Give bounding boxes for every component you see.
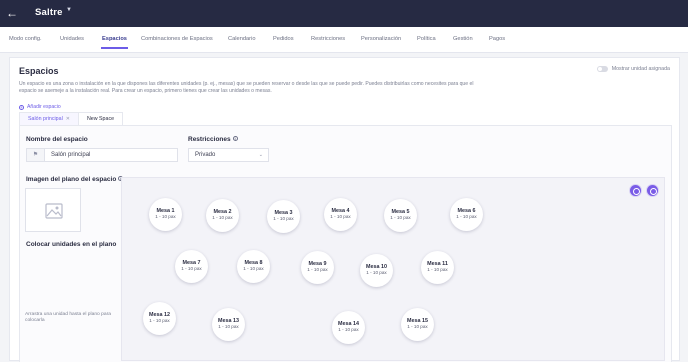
space-tab-label: Salón principal bbox=[28, 116, 63, 122]
table-unit[interactable]: Mesa 71 - 10 pax bbox=[175, 250, 208, 283]
tab-units[interactable]: Unidades bbox=[60, 35, 84, 43]
space-tabs: Salón principal ✕ New Space bbox=[19, 112, 124, 125]
floor-plan-canvas[interactable]: Mesa 11 - 10 pax Mesa 21 - 10 pax Mesa 3… bbox=[121, 177, 665, 361]
add-space-button[interactable]: + Añadir espacio bbox=[19, 104, 61, 110]
info-icon[interactable]: i bbox=[232, 136, 238, 141]
floorplan-image-upload[interactable] bbox=[25, 188, 81, 232]
table-unit[interactable]: Mesa 61 - 10 pax bbox=[450, 198, 483, 231]
close-icon[interactable]: ✕ bbox=[66, 116, 70, 122]
page-description: Un espacio es una zona o instalación en … bbox=[19, 81, 474, 95]
plus-circle-icon: + bbox=[19, 104, 24, 110]
space-name-value: Salón principal bbox=[51, 152, 91, 158]
zoom-in-icon[interactable] bbox=[630, 185, 641, 196]
zoom-out-icon[interactable] bbox=[647, 185, 658, 196]
tab-spaces[interactable]: Espacios bbox=[101, 35, 128, 49]
add-space-label: Añadir espacio bbox=[27, 104, 61, 110]
back-arrow-icon[interactable]: ← bbox=[6, 6, 20, 20]
caret-down-icon[interactable]: ▼ bbox=[66, 7, 72, 13]
config-tabs: Modo config. Unidades Espacios Combinaci… bbox=[0, 27, 688, 53]
space-name-field[interactable]: ⚑ Salón principal bbox=[26, 148, 178, 162]
tab-policy[interactable]: Política bbox=[417, 35, 436, 43]
space-name-label: Nombre del espacio bbox=[26, 136, 88, 143]
tab-management[interactable]: Gestión bbox=[453, 35, 473, 43]
floorplan-image-label: Imagen del plano del espacioi bbox=[26, 176, 124, 183]
toggle-label: Mostrar unidad asignada bbox=[611, 66, 670, 72]
place-units-help: Arrastra una unidad hasta el plano para … bbox=[25, 312, 111, 324]
tab-calendar[interactable]: Calendario bbox=[228, 35, 256, 43]
top-bar: ← Saltre ▼ bbox=[0, 0, 688, 27]
table-unit[interactable]: Mesa 91 - 10 pax bbox=[301, 251, 334, 284]
table-unit[interactable]: Mesa 21 - 10 pax bbox=[206, 199, 239, 232]
restrictions-value: Privado bbox=[195, 152, 216, 158]
table-unit[interactable]: Mesa 11 1 - 10 pax bbox=[421, 251, 454, 284]
table-unit[interactable]: Mesa 81 - 10 pax bbox=[237, 250, 270, 283]
tab-space-combinations[interactable]: Combinaciones de Espacios bbox=[141, 35, 213, 43]
show-assigned-unit-toggle-row: Mostrar unidad asignada bbox=[596, 66, 670, 72]
place-units-label: Colocar unidades en el plano bbox=[26, 241, 117, 248]
image-icon bbox=[45, 203, 63, 219]
tab-orders[interactable]: Pedidos bbox=[273, 35, 294, 43]
tab-config-mode[interactable]: Modo config. bbox=[9, 35, 42, 43]
show-assigned-unit-toggle[interactable] bbox=[596, 66, 608, 72]
table-unit[interactable]: Mesa 11 - 10 pax bbox=[149, 198, 182, 231]
table-unit[interactable]: Mesa 13 1 - 10 pax bbox=[212, 308, 245, 341]
tab-restrictions[interactable]: Restricciones bbox=[311, 35, 345, 43]
restrictions-select[interactable]: Privado ⌄ bbox=[188, 148, 269, 162]
flag-icon: ⚑ bbox=[27, 149, 45, 161]
table-unit[interactable]: Mesa 14 1 - 10 pax bbox=[332, 311, 365, 344]
table-unit[interactable]: Mesa 15 1 - 10 pax bbox=[401, 308, 434, 341]
tab-personalization[interactable]: Personalización bbox=[361, 35, 401, 43]
table-unit[interactable]: Mesa 51 - 10 pax bbox=[384, 199, 417, 232]
chevron-down-icon: ⌄ bbox=[258, 152, 263, 158]
space-tab-label: New Space bbox=[86, 116, 115, 122]
restrictions-label: Restricciones i bbox=[188, 136, 238, 143]
table-unit[interactable]: Mesa 41 - 10 pax bbox=[324, 198, 357, 231]
table-unit[interactable]: Mesa 31 - 10 pax bbox=[267, 200, 300, 233]
page-title: Espacios bbox=[19, 66, 59, 76]
space-tab-main-hall[interactable]: Salón principal ✕ bbox=[19, 112, 79, 125]
space-tab-new-space[interactable]: New Space bbox=[77, 112, 124, 125]
venue-name[interactable]: Saltre bbox=[35, 6, 63, 20]
table-unit[interactable]: Mesa 10 1 - 10 pax bbox=[360, 254, 393, 287]
table-unit[interactable]: Mesa 12 1 - 10 pax bbox=[143, 302, 176, 335]
tab-payments[interactable]: Pagos bbox=[489, 35, 505, 43]
